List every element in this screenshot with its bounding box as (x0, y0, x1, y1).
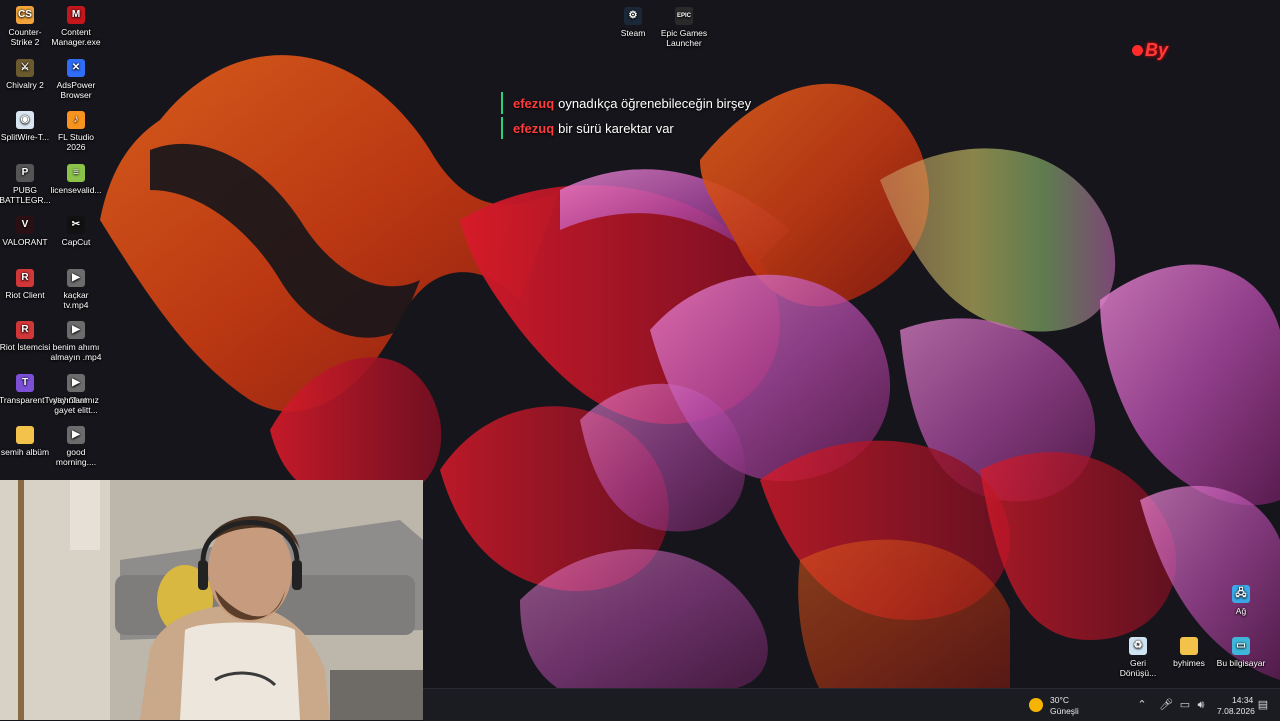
video-file-icon: ▶ (67, 268, 85, 287)
riot-client-icon: R (16, 321, 34, 339)
notification-icon[interactable]: ▤ (1257, 699, 1269, 711)
steam-icon: ⚙ (624, 7, 642, 25)
desktop-icon-label: TransparentTwitchChat (0, 394, 87, 405)
logo-dot-icon (1132, 45, 1143, 56)
desktop-icon-label: Geri Dönüşü... (1119, 658, 1157, 678)
network-icon[interactable]: ▭ (1179, 699, 1191, 711)
desktop-icon-label: Riot Client (5, 289, 45, 300)
desktop-icon-label: Counter-Strike 2 (8, 27, 42, 47)
desktop-icon-label: PUBG BATTLEGR... (0, 184, 51, 205)
video-file-icon: ▶ (67, 426, 85, 444)
desktop-icon-label: FL Studio 2026 (57, 132, 95, 152)
desktop-icon[interactable]: semih albüm (0, 426, 51, 457)
pubg-icon: P (16, 163, 34, 182)
desktop-icon-label: Content Manager.exe (51, 27, 101, 47)
counter-strike-icon: CS (16, 6, 34, 24)
desktop-icon-label: byhimes (1173, 658, 1205, 668)
capcut-icon: ✂ (67, 216, 85, 234)
folder-icon (1180, 637, 1198, 655)
chat-text: bir sürü karektar var (558, 120, 674, 136)
chevron-up-icon[interactable]: ⌃ (1136, 699, 1148, 711)
license-file-icon: ≡ (67, 163, 85, 182)
desktop-icon[interactable]: ▶ benim ahımı almayın .mp4 (50, 321, 102, 362)
chivalry-icon: ⚔ (16, 58, 34, 77)
desktop-icon[interactable]: ✕ AdsPower Browser (50, 58, 102, 100)
weather-sun-icon[interactable] (1029, 698, 1043, 712)
adspower-icon: ✕ (67, 58, 85, 77)
desktop-icon-label: yayınlarımız gayet elitt... (53, 394, 99, 415)
volume-icon[interactable]: 🔊︎ (1195, 699, 1207, 711)
clock-time[interactable]: 14:34 (1232, 695, 1253, 705)
stream-logo: By (1132, 40, 1168, 61)
video-file-icon: ▶ (67, 321, 85, 339)
video-file-icon: ▶ (67, 373, 85, 392)
desktop-icon[interactable]: ✂ CapCut (50, 216, 102, 247)
webcam-feed (0, 480, 423, 720)
valorant-icon: V (16, 216, 34, 234)
desktop-icon[interactable]: R Riot İstemcisi (0, 321, 51, 352)
desktop-icon-label: semih albüm (0, 447, 50, 457)
desktop-icon-label: licensevalid... (50, 184, 102, 195)
desktop-icon[interactable]: EPIC Epic Games Launcher (658, 7, 710, 48)
desktop-icon[interactable]: ▶ kaçkar tv.mp4 (50, 268, 102, 310)
desktop-icon[interactable]: ⚔ Chivalry 2 (0, 58, 51, 90)
desktop-icon[interactable]: ▶ yayınlarımız gayet elitt... (50, 373, 102, 415)
desktop-icon-label: Ağ (1235, 606, 1247, 616)
desktop-icon[interactable]: 🖧 Ağ (1215, 585, 1267, 616)
desktop-icon-label: Epic Games Launcher (660, 28, 708, 48)
desktop-icon-label: benim ahımı almayın .mp4 (50, 342, 102, 362)
chat-text: oynadıkça öğrenebileceğin birşey (558, 95, 752, 111)
desktop-icon[interactable]: ♻ Geri Dönüşü... (1112, 637, 1164, 678)
desktop-icon[interactable]: byhimes (1163, 637, 1215, 668)
network-icon: 🖧 (1232, 585, 1250, 603)
webcam-image (0, 480, 423, 720)
desktop-icon-label: CapCut (61, 237, 91, 247)
epic-games-icon: EPIC (675, 7, 693, 25)
riot-client-icon: R (16, 268, 34, 287)
desktop-icon-label: VALORANT (2, 237, 48, 247)
desktop-icon[interactable]: ⚙ Steam (607, 7, 659, 38)
chat-username: efezuq (513, 120, 555, 136)
transparent-twitch-chat-icon: T (16, 373, 34, 392)
fl-studio-icon: ♪ (67, 111, 85, 129)
content-manager-icon: M (67, 6, 85, 24)
desktop-icon-label: kaçkar tv.mp4 (63, 289, 89, 310)
splitwire-icon: ◉ (16, 111, 34, 129)
desktop-icon-label: Bu bilgisayar (1216, 658, 1266, 668)
desktop-icon[interactable]: ▭ Bu bilgisayar (1215, 637, 1267, 668)
weather-description[interactable]: Güneşli (1050, 706, 1079, 716)
weather-temperature[interactable]: 30°C (1050, 695, 1069, 705)
logo-text: By (1145, 40, 1169, 60)
desktop-icon-label: Chivalry 2 (6, 79, 44, 90)
desktop-icon-label: good morning.... (55, 447, 97, 467)
microphone-icon[interactable]: 🎤︎ (1159, 699, 1173, 711)
desktop-icon-label: Steam (620, 28, 646, 38)
desktop-icon[interactable]: P PUBG BATTLEGR... (0, 163, 51, 205)
desktop-icon[interactable]: CS Counter-Strike 2 (0, 6, 51, 47)
desktop-icon-label: AdsPower Browser (56, 79, 96, 100)
desktop-icon[interactable]: R Riot Client (0, 268, 51, 300)
desktop-icon-label: Riot İstemcisi (0, 342, 51, 352)
desktop-icon-label: SplitWire-T... (0, 132, 50, 142)
desktop-icon[interactable]: V VALORANT (0, 216, 51, 247)
desktop-icon[interactable]: ◉ SplitWire-T... (0, 111, 51, 142)
taskbar: 30°C Güneşli ⌃ 🎤︎ ▭ 🔊︎ 14:34 7.08.2026 ▤ (423, 688, 1280, 721)
chat-username: efezuq (513, 95, 555, 111)
desktop-icon[interactable]: ♪ FL Studio 2026 (50, 111, 102, 152)
chat-message: efezuq bir sürü karektar var (501, 117, 751, 139)
desktop-icon[interactable]: T TransparentTwitchChat (0, 373, 87, 405)
folder-icon (16, 426, 34, 444)
desktop-icon[interactable]: M Content Manager.exe (50, 6, 102, 47)
chat-overlay: efezuq oynadıkça öğrenebileceğin birşey … (501, 92, 751, 142)
chat-message: efezuq oynadıkça öğrenebileceğin birşey (501, 92, 751, 114)
clock-date[interactable]: 7.08.2026 (1217, 706, 1255, 716)
recycle-bin-icon: ♻ (1129, 637, 1147, 655)
this-pc-icon: ▭ (1232, 637, 1250, 655)
desktop-icon[interactable]: ▶ good morning.... (50, 426, 102, 467)
desktop-icon[interactable]: ≡ licensevalid... (50, 163, 102, 195)
